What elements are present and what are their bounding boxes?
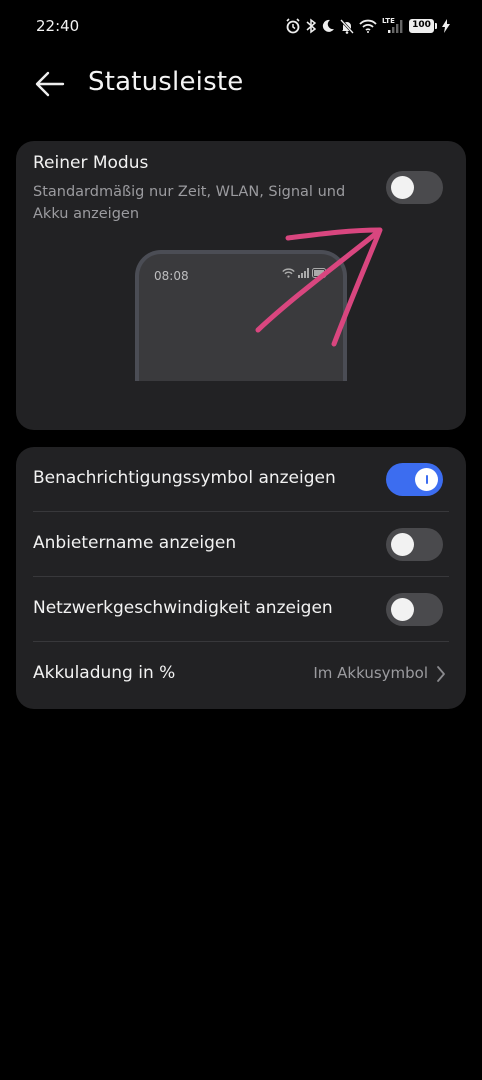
- battery-percentage-row[interactable]: Akkuladung in % Im Akkusymbol: [16, 642, 466, 707]
- wifi-icon: [359, 19, 377, 33]
- status-bar: 22:40 LTE 100: [0, 0, 482, 52]
- status-time: 22:40: [36, 17, 80, 35]
- preview-icons: [282, 268, 328, 278]
- page-title: Statusleiste: [88, 67, 244, 97]
- bell-off-icon: [340, 18, 354, 34]
- toggle-knob: [391, 598, 414, 621]
- status-bar-preview: 08:08: [135, 250, 347, 381]
- pure-mode-card: Reiner Modus Standardmäßig nur Zeit, WLA…: [16, 141, 466, 430]
- charging-icon: [442, 19, 450, 33]
- row-label: Benachrichtigungssymbol anzeigen: [33, 468, 336, 488]
- carrier-name-row[interactable]: Anbietername anzeigen: [16, 512, 466, 577]
- toggle-knob: [415, 468, 438, 491]
- status-icons: LTE 100: [285, 16, 450, 36]
- row-label: Netzwerkgeschwindigkeit anzeigen: [33, 598, 333, 618]
- battery-percentage-value: Im Akkusymbol: [313, 664, 428, 682]
- alarm-icon: [286, 18, 300, 34]
- network-speed-row[interactable]: Netzwerkgeschwindigkeit anzeigen: [16, 577, 466, 642]
- bluetooth-icon: [306, 18, 316, 34]
- back-button[interactable]: [30, 66, 70, 102]
- chevron-right-icon: [437, 666, 445, 682]
- battery-icon: 100: [409, 19, 437, 33]
- pure-mode-title: Reiner Modus: [33, 153, 149, 173]
- wifi-icon: [282, 268, 295, 278]
- settings-card: Benachrichtigungssymbol anzeigen Anbiete…: [16, 447, 466, 709]
- row-label: Anbietername anzeigen: [33, 533, 237, 553]
- pure-mode-subtitle: Standardmäßig nur Zeit, WLAN, Signal und…: [33, 184, 346, 222]
- battery-level: 100: [409, 19, 434, 33]
- lte-signal-icon: LTE: [382, 17, 404, 34]
- arrow-left-icon: [35, 71, 65, 97]
- preview-time: 08:08: [154, 269, 189, 283]
- carrier-name-toggle[interactable]: [386, 528, 443, 561]
- notification-icon-toggle[interactable]: [386, 463, 443, 496]
- signal-icon: [298, 268, 309, 278]
- page-header: Statusleiste: [0, 52, 482, 116]
- row-label: Akkuladung in %: [33, 663, 176, 683]
- toggle-knob: [391, 533, 414, 556]
- battery-icon: [312, 268, 328, 278]
- pure-mode-toggle[interactable]: [386, 171, 443, 204]
- notification-icon-row[interactable]: Benachrichtigungssymbol anzeigen: [16, 447, 466, 512]
- toggle-knob: [391, 176, 414, 199]
- network-speed-toggle[interactable]: [386, 593, 443, 626]
- moon-icon: [322, 19, 334, 32]
